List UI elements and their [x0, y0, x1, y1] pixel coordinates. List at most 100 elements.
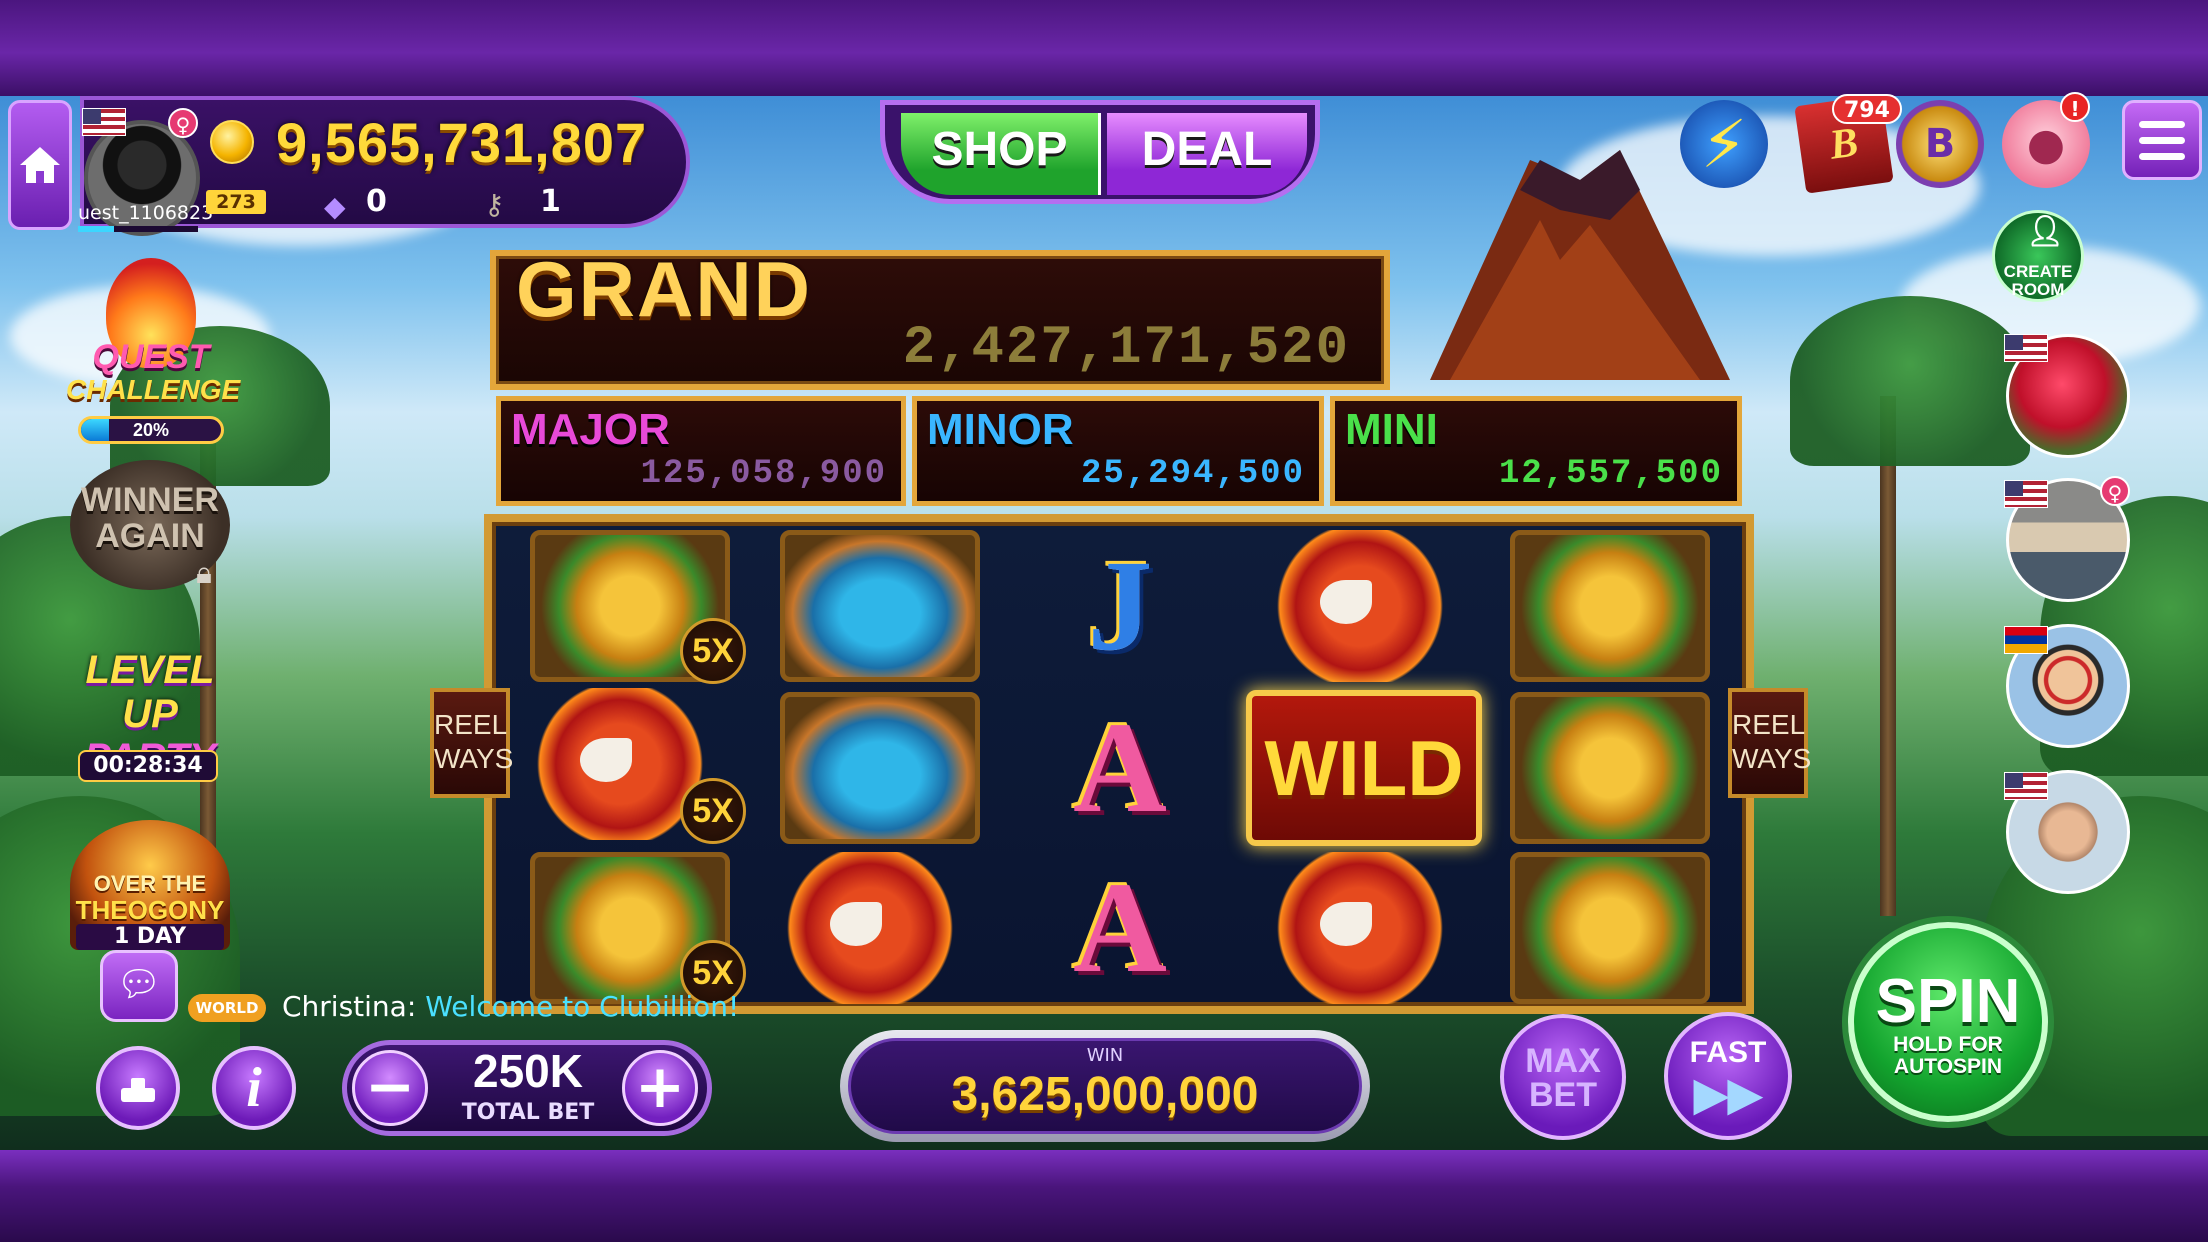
chat-message[interactable]: Christina: Welcome to Clubillion! [282, 990, 739, 1023]
letter-a-symbol: A [1073, 856, 1167, 1000]
reel-ways-right-line1: REEL [1732, 709, 1806, 740]
tiki-green-symbol [1510, 692, 1710, 844]
grand-value: 2,427,171,520 [902, 318, 1350, 379]
vip-medal-icon[interactable]: B [1896, 100, 1984, 188]
wild-symbol: WILD [1246, 690, 1482, 846]
reel-ways-left-line1: REEL [434, 709, 508, 740]
theogony-label-1: OVER THE [93, 871, 207, 896]
reel-ways-right-line2: WAYS [1732, 743, 1812, 774]
paytable-icon [121, 1078, 155, 1102]
key-icon: ⚷ [484, 188, 505, 221]
world-channel-badge: WORLD [188, 994, 266, 1022]
chat-button[interactable]: 💬︎ [100, 950, 178, 1022]
armenia-flag-icon [2004, 626, 2048, 654]
challenge-label: CHALLENGE [66, 374, 241, 405]
lightning-bolt-icon[interactable]: ⚡ [1680, 100, 1768, 188]
level-up-timer: 00:28:34 [78, 750, 218, 782]
parrot-symbol [1250, 530, 1470, 682]
us-flag-icon [2004, 480, 2048, 508]
total-bet-value: 250K [473, 1045, 583, 1097]
increase-bet-button[interactable]: + [622, 1050, 698, 1126]
multiplier-badge: 5X [680, 778, 746, 844]
again-label: AGAIN [95, 517, 205, 555]
person-add-icon: 👤︎ [2026, 215, 2065, 248]
letter-a-symbol: A [1073, 696, 1167, 840]
create-room-line2: ROOM [2011, 280, 2065, 299]
xp-progress-bar [78, 226, 198, 232]
mini-jackpot-box: MINI 12,557,500 [1330, 396, 1742, 506]
minor-jackpot-box: MINOR 25,294,500 [912, 396, 1324, 506]
win-value: 3,625,000,000 [951, 1068, 1259, 1121]
theogony-duration: 1 DAY [76, 924, 224, 950]
mini-value: 12,557,500 [1498, 455, 1723, 493]
chat-bubble-icon: 💬︎ [116, 964, 162, 1005]
top-frame [0, 0, 2208, 96]
quest-challenge-button[interactable]: QUEST CHALLENGE 20% [66, 258, 241, 448]
major-value: 125,058,900 [640, 455, 887, 493]
piggy-alert-badge: ! [2060, 92, 2090, 122]
coin-icon [210, 120, 254, 164]
winner-label: WINNER [81, 481, 219, 519]
chat-sender: Christina: [282, 990, 417, 1023]
quest-progress-text: 20% [132, 420, 170, 440]
win-panel: WIN 3,625,000,000 [840, 1030, 1370, 1142]
shop-deal-panel: SHOP DEAL [880, 100, 1320, 204]
major-label: MAJOR [511, 405, 670, 454]
album-book-glyph: B [1826, 119, 1862, 169]
create-room-button[interactable]: 👤︎ CREATE ROOM [1992, 210, 2084, 302]
home-button[interactable] [8, 100, 72, 230]
menu-line-icon [2139, 136, 2185, 144]
coin-balance: 9,565,731,807 [276, 111, 648, 174]
us-flag-icon [82, 108, 126, 136]
deal-label: DEAL [1141, 123, 1273, 176]
grand-label: GRAND [516, 245, 812, 333]
username: uest_1106823 [78, 202, 214, 224]
reel-ways-left: REEL WAYS [430, 688, 514, 798]
parrot-symbol [1250, 852, 1470, 1004]
female-gender-icon: ♀ [2100, 476, 2130, 506]
tiki-blue-symbol [780, 530, 980, 682]
reel-ways-right: REEL WAYS [1728, 688, 1812, 798]
paytable-button[interactable] [96, 1046, 180, 1130]
us-flag-icon [2004, 334, 2048, 362]
major-jackpot-box: MAJOR 125,058,900 [496, 396, 906, 506]
lock-icon: 🔒︎ [196, 556, 212, 591]
max-bet-button[interactable]: MAX BET [1500, 1014, 1626, 1140]
bottom-frame [0, 1150, 2208, 1242]
fast-forward-icon: ▶▶ [1694, 1070, 1762, 1119]
fast-label: FAST [1689, 1036, 1767, 1069]
fast-spin-button[interactable]: FAST ▶▶ [1664, 1012, 1792, 1140]
mini-label: MINI [1345, 405, 1438, 454]
autospin-hint-2: AUTOSPIN [1893, 1055, 2003, 1078]
win-label: WIN [1086, 1045, 1124, 1066]
menu-line-icon [2139, 152, 2185, 160]
chat-text: Welcome to Clubillion! [425, 990, 740, 1023]
max-bet-line2: BET [1529, 1076, 1597, 1114]
wild-label: WILD [1264, 723, 1464, 812]
key-count: 1 [540, 184, 561, 219]
autospin-hint-1: HOLD FOR [1893, 1033, 2003, 1056]
menu-line-icon [2139, 120, 2185, 128]
shop-label: SHOP [931, 123, 1068, 176]
level-badge: 273 [206, 190, 266, 214]
minor-value: 25,294,500 [1080, 455, 1305, 493]
tiki-green-symbol [1510, 530, 1710, 682]
deal-button[interactable]: DEAL [1107, 113, 1307, 195]
decrease-bet-button[interactable]: − [352, 1050, 428, 1126]
spin-button[interactable]: SPIN HOLD FOR AUTOSPIN [1848, 922, 2048, 1122]
gem-count: 0 [366, 184, 387, 219]
menu-button[interactable] [2122, 100, 2202, 180]
theogony-label-2: THEOGONY [75, 895, 225, 925]
quest-label: QUEST [92, 338, 210, 376]
max-bet-line1: MAX [1525, 1042, 1601, 1080]
info-button[interactable]: i [212, 1046, 296, 1130]
total-bet-label: TOTAL BET [461, 1100, 595, 1125]
vip-medal-glyph: B [1924, 121, 1956, 167]
us-flag-icon [2004, 772, 2048, 800]
shop-button[interactable]: SHOP [901, 113, 1101, 195]
album-count-badge: 794 [1832, 94, 1902, 124]
letter-j-symbol: J [1087, 534, 1153, 678]
reel-ways-left-line2: WAYS [434, 743, 514, 774]
home-icon [20, 147, 60, 183]
spin-label: SPIN [1875, 967, 2021, 1036]
